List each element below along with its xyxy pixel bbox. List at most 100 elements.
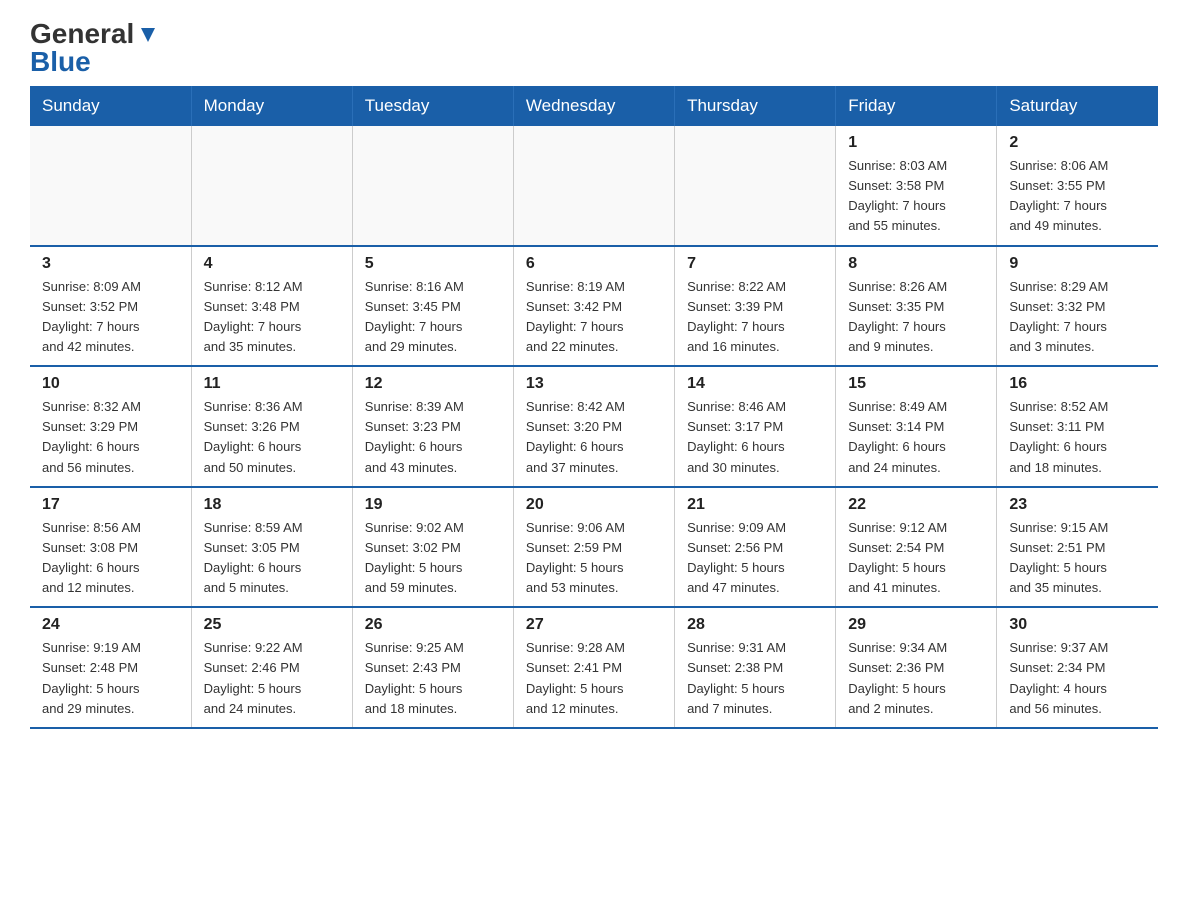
logo-blue-text: Blue [30, 46, 91, 77]
day-info: Sunrise: 8:22 AMSunset: 3:39 PMDaylight:… [687, 277, 823, 358]
day-info: Sunrise: 9:12 AMSunset: 2:54 PMDaylight:… [848, 518, 984, 599]
weekday-header-sunday: Sunday [30, 86, 191, 126]
day-number: 15 [848, 375, 984, 393]
day-info: Sunrise: 8:56 AMSunset: 3:08 PMDaylight:… [42, 518, 179, 599]
calendar-cell: 14 Sunrise: 8:46 AMSunset: 3:17 PMDayligh… [675, 366, 836, 487]
day-info: Sunrise: 9:34 AMSunset: 2:36 PMDaylight:… [848, 638, 984, 719]
day-info: Sunrise: 8:06 AMSunset: 3:55 PMDaylight:… [1009, 156, 1146, 237]
calendar-cell [675, 126, 836, 246]
calendar-cell: 29Sunrise: 9:34 AMSunset: 2:36 PMDayligh… [836, 607, 997, 728]
day-info: Sunrise: 8:59 AMSunset: 3:05 PMDaylight:… [204, 518, 340, 599]
calendar-week-row-4: 24 Sunrise: 9:19 AMSunset: 2:48 PMDayligh… [30, 607, 1158, 728]
day-info: Sunrise: 8:03 AMSunset: 3:58 PMDaylight:… [848, 156, 984, 237]
day-number: 22 [848, 496, 984, 514]
day-info: Sunrise: 9:19 AMSunset: 2:48 PMDaylight:… [42, 638, 179, 719]
day-info: Sunrise: 9:25 AMSunset: 2:43 PMDaylight:… [365, 638, 501, 719]
calendar-cell: 9 Sunrise: 8:29 AMSunset: 3:32 PMDaylight… [997, 246, 1158, 367]
weekday-header-friday: Friday [836, 86, 997, 126]
calendar-week-row-2: 10 Sunrise: 8:32 AMSunset: 3:29 PMDayligh… [30, 366, 1158, 487]
calendar-cell: 28Sunrise: 9:31 AMSunset: 2:38 PMDayligh… [675, 607, 836, 728]
day-number: 6 [526, 255, 662, 273]
day-number: 25 [204, 616, 340, 634]
calendar-week-row-3: 17 Sunrise: 8:56 AMSunset: 3:08 PMDayligh… [30, 487, 1158, 608]
calendar-cell: 2 Sunrise: 8:06 AMSunset: 3:55 PMDaylight… [997, 126, 1158, 246]
calendar-cell: 6 Sunrise: 8:19 AMSunset: 3:42 PMDaylight… [513, 246, 674, 367]
logo-general-text: General [30, 20, 134, 48]
weekday-header-tuesday: Tuesday [352, 86, 513, 126]
day-number: 20 [526, 496, 662, 514]
day-info: Sunrise: 9:09 AMSunset: 2:56 PMDaylight:… [687, 518, 823, 599]
calendar-cell: 3Sunrise: 8:09 AMSunset: 3:52 PMDaylight… [30, 246, 191, 367]
calendar-cell [191, 126, 352, 246]
day-info: Sunrise: 8:46 AMSunset: 3:17 PMDaylight:… [687, 397, 823, 478]
day-number: 5 [365, 255, 501, 273]
day-info: Sunrise: 8:36 AMSunset: 3:26 PMDaylight:… [204, 397, 340, 478]
calendar-cell: 30Sunrise: 9:37 AMSunset: 2:34 PMDayligh… [997, 607, 1158, 728]
day-number: 17 [42, 496, 179, 514]
calendar-cell: 5 Sunrise: 8:16 AMSunset: 3:45 PMDaylight… [352, 246, 513, 367]
calendar-cell: 15 Sunrise: 8:49 AMSunset: 3:14 PMDayligh… [836, 366, 997, 487]
day-number: 7 [687, 255, 823, 273]
day-number: 19 [365, 496, 501, 514]
day-number: 10 [42, 375, 179, 393]
calendar-cell: 24 Sunrise: 9:19 AMSunset: 2:48 PMDayligh… [30, 607, 191, 728]
day-number: 26 [365, 616, 501, 634]
day-number: 18 [204, 496, 340, 514]
calendar-cell: 13Sunrise: 8:42 AMSunset: 3:20 PMDayligh… [513, 366, 674, 487]
calendar-cell: 25 Sunrise: 9:22 AMSunset: 2:46 PMDayligh… [191, 607, 352, 728]
day-info: Sunrise: 8:32 AMSunset: 3:29 PMDaylight:… [42, 397, 179, 478]
day-info: Sunrise: 8:49 AMSunset: 3:14 PMDaylight:… [848, 397, 984, 478]
calendar-cell: 18 Sunrise: 8:59 AMSunset: 3:05 PMDayligh… [191, 487, 352, 608]
day-number: 13 [526, 375, 662, 393]
day-info: Sunrise: 8:19 AMSunset: 3:42 PMDaylight:… [526, 277, 662, 358]
day-number: 16 [1009, 375, 1146, 393]
calendar-week-row-1: 3Sunrise: 8:09 AMSunset: 3:52 PMDaylight… [30, 246, 1158, 367]
day-number: 11 [204, 375, 340, 393]
day-info: Sunrise: 8:16 AMSunset: 3:45 PMDaylight:… [365, 277, 501, 358]
calendar-cell: 4 Sunrise: 8:12 AMSunset: 3:48 PMDaylight… [191, 246, 352, 367]
calendar-cell: 19 Sunrise: 9:02 AMSunset: 3:02 PMDayligh… [352, 487, 513, 608]
calendar-cell: 7 Sunrise: 8:22 AMSunset: 3:39 PMDaylight… [675, 246, 836, 367]
day-number: 2 [1009, 134, 1146, 152]
calendar-cell [30, 126, 191, 246]
day-number: 1 [848, 134, 984, 152]
weekday-header-wednesday: Wednesday [513, 86, 674, 126]
day-number: 21 [687, 496, 823, 514]
day-info: Sunrise: 9:15 AMSunset: 2:51 PMDaylight:… [1009, 518, 1146, 599]
weekday-header-saturday: Saturday [997, 86, 1158, 126]
calendar-cell: 22 Sunrise: 9:12 AMSunset: 2:54 PMDayligh… [836, 487, 997, 608]
calendar-cell: 20Sunrise: 9:06 AMSunset: 2:59 PMDayligh… [513, 487, 674, 608]
day-info: Sunrise: 9:02 AMSunset: 3:02 PMDaylight:… [365, 518, 501, 599]
day-number: 9 [1009, 255, 1146, 273]
day-number: 12 [365, 375, 501, 393]
weekday-header-row: SundayMondayTuesdayWednesdayThursdayFrid… [30, 86, 1158, 126]
calendar-cell: 11 Sunrise: 8:36 AMSunset: 3:26 PMDayligh… [191, 366, 352, 487]
calendar-header: SundayMondayTuesdayWednesdayThursdayFrid… [30, 86, 1158, 126]
calendar-cell: 16Sunrise: 8:52 AMSunset: 3:11 PMDayligh… [997, 366, 1158, 487]
page-header: General Blue [30, 20, 1158, 76]
day-number: 4 [204, 255, 340, 273]
calendar-cell: 23 Sunrise: 9:15 AMSunset: 2:51 PMDayligh… [997, 487, 1158, 608]
day-info: Sunrise: 9:28 AMSunset: 2:41 PMDaylight:… [526, 638, 662, 719]
day-number: 14 [687, 375, 823, 393]
weekday-header-monday: Monday [191, 86, 352, 126]
calendar-body: 1 Sunrise: 8:03 AMSunset: 3:58 PMDaylight… [30, 126, 1158, 728]
weekday-header-thursday: Thursday [675, 86, 836, 126]
logo-arrow-icon [137, 24, 159, 46]
day-info: Sunrise: 8:29 AMSunset: 3:32 PMDaylight:… [1009, 277, 1146, 358]
calendar-cell [352, 126, 513, 246]
calendar-cell: 10 Sunrise: 8:32 AMSunset: 3:29 PMDayligh… [30, 366, 191, 487]
day-number: 27 [526, 616, 662, 634]
logo: General Blue [30, 20, 159, 76]
calendar-table: SundayMondayTuesdayWednesdayThursdayFrid… [30, 86, 1158, 729]
day-info: Sunrise: 9:37 AMSunset: 2:34 PMDaylight:… [1009, 638, 1146, 719]
day-info: Sunrise: 9:22 AMSunset: 2:46 PMDaylight:… [204, 638, 340, 719]
calendar-cell [513, 126, 674, 246]
day-number: 28 [687, 616, 823, 634]
calendar-cell: 21 Sunrise: 9:09 AMSunset: 2:56 PMDayligh… [675, 487, 836, 608]
calendar-cell: 27 Sunrise: 9:28 AMSunset: 2:41 PMDayligh… [513, 607, 674, 728]
day-number: 24 [42, 616, 179, 634]
day-info: Sunrise: 8:12 AMSunset: 3:48 PMDaylight:… [204, 277, 340, 358]
day-number: 23 [1009, 496, 1146, 514]
calendar-cell: 8Sunrise: 8:26 AMSunset: 3:35 PMDaylight… [836, 246, 997, 367]
